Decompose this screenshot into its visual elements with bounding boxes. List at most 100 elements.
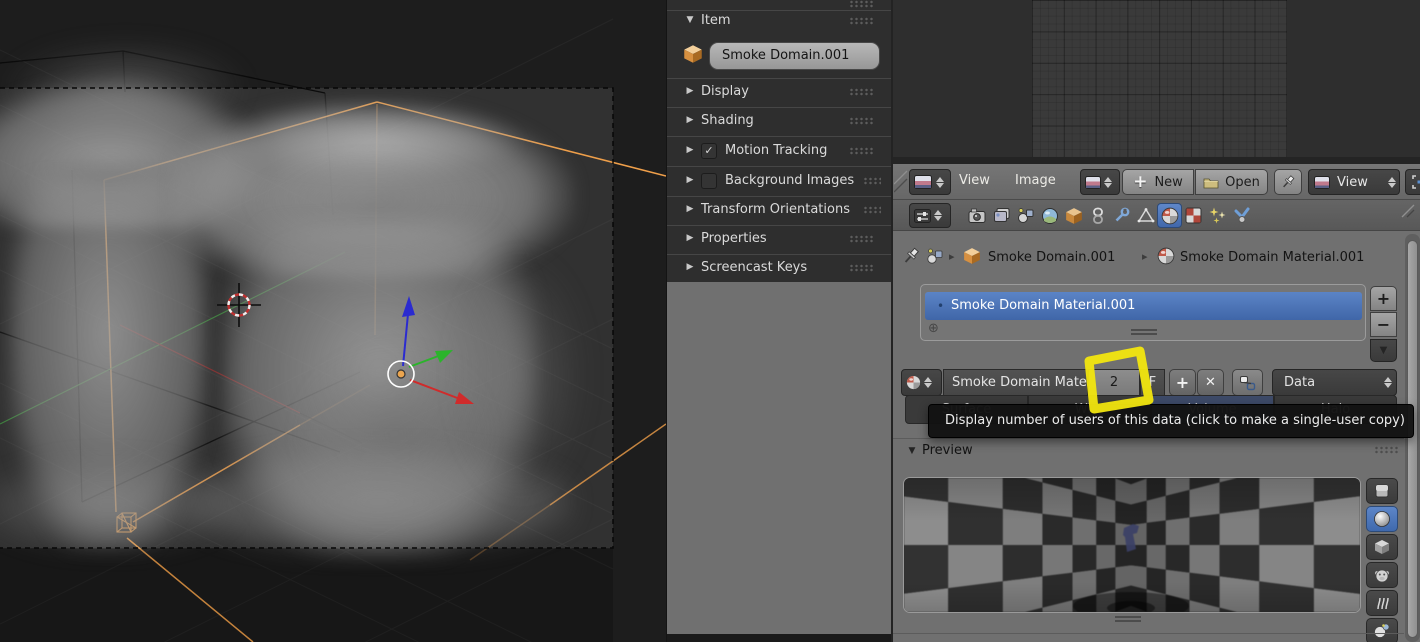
- material-sphere-icon: [1157, 247, 1175, 265]
- panel-grip-icon[interactable]: [849, 264, 873, 272]
- expand-arrow-icon[interactable]: ▶: [683, 175, 697, 185]
- breadcrumb-material[interactable]: Smoke Domain Material.001: [1180, 250, 1364, 265]
- tab-constraints[interactable]: [1085, 203, 1110, 228]
- render-border-dashed: [0, 87, 614, 549]
- right-editors-column: View Image + New Open View ▸ Smoke Domai…: [891, 0, 1420, 642]
- datablock-link-dropdown[interactable]: Data: [1272, 369, 1397, 396]
- new-material-button[interactable]: +: [1169, 369, 1196, 396]
- tab-scene[interactable]: [1013, 203, 1038, 228]
- object-cube-icon: [684, 45, 702, 63]
- plus-icon: +: [1133, 172, 1148, 192]
- slot-dot-icon: •: [937, 299, 945, 313]
- new-image-button[interactable]: + New: [1122, 169, 1194, 195]
- panel-grip-icon[interactable]: [849, 88, 873, 96]
- list-resize-grip[interactable]: [1131, 329, 1157, 331]
- tab-render[interactable]: [965, 203, 990, 228]
- users-count-tooltip: Display number of users of this data (cl…: [928, 404, 1414, 438]
- scene-breadcrumb-icon[interactable]: [926, 247, 945, 265]
- panel-grip-icon[interactable]: [863, 206, 881, 214]
- tab-physics[interactable]: [1229, 203, 1254, 228]
- panel-grip-icon[interactable]: [849, 17, 873, 25]
- preview-flat-button[interactable]: [1366, 478, 1398, 504]
- checkbox-checked-icon[interactable]: ✓: [701, 143, 717, 159]
- editor-type-button[interactable]: [909, 169, 951, 195]
- panel-grip-icon[interactable]: [1374, 446, 1398, 454]
- breadcrumb-object[interactable]: Smoke Domain.001: [988, 250, 1115, 265]
- render-result-icon: [1412, 175, 1420, 189]
- material-sphere-icon: [906, 375, 921, 390]
- preview-sphere-button[interactable]: [1366, 506, 1398, 532]
- image-icon: [1085, 175, 1101, 189]
- folder-icon: [1203, 178, 1219, 188]
- properties-editor-icon: [914, 208, 931, 223]
- open-image-button[interactable]: Open: [1195, 169, 1268, 195]
- specials-triangle-icon: ▼: [1379, 345, 1388, 356]
- tab-render-layers[interactable]: [989, 203, 1014, 228]
- pin-icon: [1283, 175, 1295, 188]
- pin-toggle-button[interactable]: [1274, 169, 1302, 195]
- expand-arrow-icon[interactable]: ▶: [683, 233, 697, 243]
- slot-specials-menu-button[interactable]: ▼: [1370, 339, 1397, 362]
- 3d-viewport[interactable]: [0, 0, 666, 642]
- tab-texture[interactable]: [1181, 203, 1206, 228]
- panel-grip-icon[interactable]: [849, 235, 873, 243]
- tab-particles[interactable]: [1205, 203, 1230, 228]
- browse-image-button[interactable]: [1080, 169, 1120, 195]
- panel-grip-icon[interactable]: [849, 147, 873, 155]
- image-editor-canvas[interactable]: [893, 0, 1420, 157]
- viewport-properties-sidebar: ▼ Item Smoke Domain.001 ▶ Display ▶ Shad…: [666, 0, 892, 642]
- display-mode-dropdown[interactable]: View: [1308, 169, 1400, 195]
- viewport-overlay-layer: [0, 87, 614, 642]
- breadcrumb-separator: ▸: [1142, 250, 1148, 263]
- remove-material-slot-button[interactable]: −: [1370, 312, 1397, 337]
- region-resize-corner[interactable]: [1400, 203, 1416, 219]
- preview-resize-grip[interactable]: [1115, 616, 1141, 618]
- transform-manipulator[interactable]: [387, 296, 474, 404]
- view-menu[interactable]: View: [959, 173, 990, 188]
- tab-world[interactable]: [1037, 203, 1062, 228]
- pin-icon[interactable]: [901, 246, 921, 266]
- scrollbar-track[interactable]: [1405, 234, 1420, 642]
- material-slot-selected[interactable]: • Smoke Domain Material.001: [925, 292, 1362, 320]
- breadcrumb-separator: ▸: [949, 250, 955, 263]
- expand-arrow-icon[interactable]: ▶: [683, 115, 697, 125]
- panel-grip-icon[interactable]: [849, 117, 873, 125]
- preview-cube-button[interactable]: [1366, 534, 1398, 560]
- object-cube-icon: [964, 248, 980, 264]
- expand-arrow-icon[interactable]: ▶: [683, 86, 697, 96]
- image-menu[interactable]: Image: [1015, 173, 1056, 188]
- blender-window: ▼ Item Smoke Domain.001 ▶ Display ▶ Shad…: [0, 0, 1420, 642]
- panel-grip-icon[interactable]: [849, 0, 873, 8]
- use-nodes-button[interactable]: [1232, 369, 1263, 396]
- object-name-field[interactable]: Smoke Domain.001: [709, 42, 880, 70]
- display-channels-button[interactable]: [1405, 169, 1420, 195]
- preview-hair-button[interactable]: [1366, 590, 1398, 616]
- 3d-cursor[interactable]: [217, 283, 261, 327]
- editor-type-button[interactable]: [909, 203, 951, 228]
- browse-material-button[interactable]: [901, 369, 942, 396]
- tab-modifiers[interactable]: [1109, 203, 1134, 228]
- image-editor-header: View Image + New Open View: [893, 164, 1420, 200]
- properties-editor-header: [893, 200, 1420, 231]
- preview-world-button[interactable]: [1366, 618, 1398, 642]
- fake-user-button[interactable]: F: [1140, 369, 1165, 396]
- preview-panel-title[interactable]: Preview: [922, 443, 973, 458]
- scrollbar-thumb[interactable]: [1406, 240, 1418, 638]
- material-users-count-button[interactable]: 2: [1088, 369, 1140, 396]
- expand-arrow-icon[interactable]: ▶: [683, 145, 697, 155]
- add-material-slot-button[interactable]: +: [1370, 286, 1397, 311]
- expand-arrow-icon[interactable]: ▶: [683, 262, 697, 272]
- region-corner-grip[interactable]: [894, 170, 908, 196]
- checkbox-unchecked-icon[interactable]: [701, 173, 717, 189]
- unlink-material-button[interactable]: ✕: [1197, 369, 1224, 396]
- tab-object[interactable]: [1061, 203, 1086, 228]
- preview-monkey-button[interactable]: [1366, 562, 1398, 588]
- expand-arrow-icon[interactable]: ▼: [905, 446, 919, 456]
- material-name-field[interactable]: Smoke Domain Mate.: [943, 369, 1088, 396]
- expand-arrow-icon[interactable]: ▶: [683, 204, 697, 214]
- panel-grip-icon[interactable]: [863, 177, 881, 185]
- expand-arrow-icon[interactable]: ▼: [683, 15, 697, 25]
- tab-object-data[interactable]: [1133, 203, 1158, 228]
- tab-material[interactable]: [1157, 203, 1182, 228]
- add-slot-circle-icon[interactable]: ⊕: [928, 321, 939, 336]
